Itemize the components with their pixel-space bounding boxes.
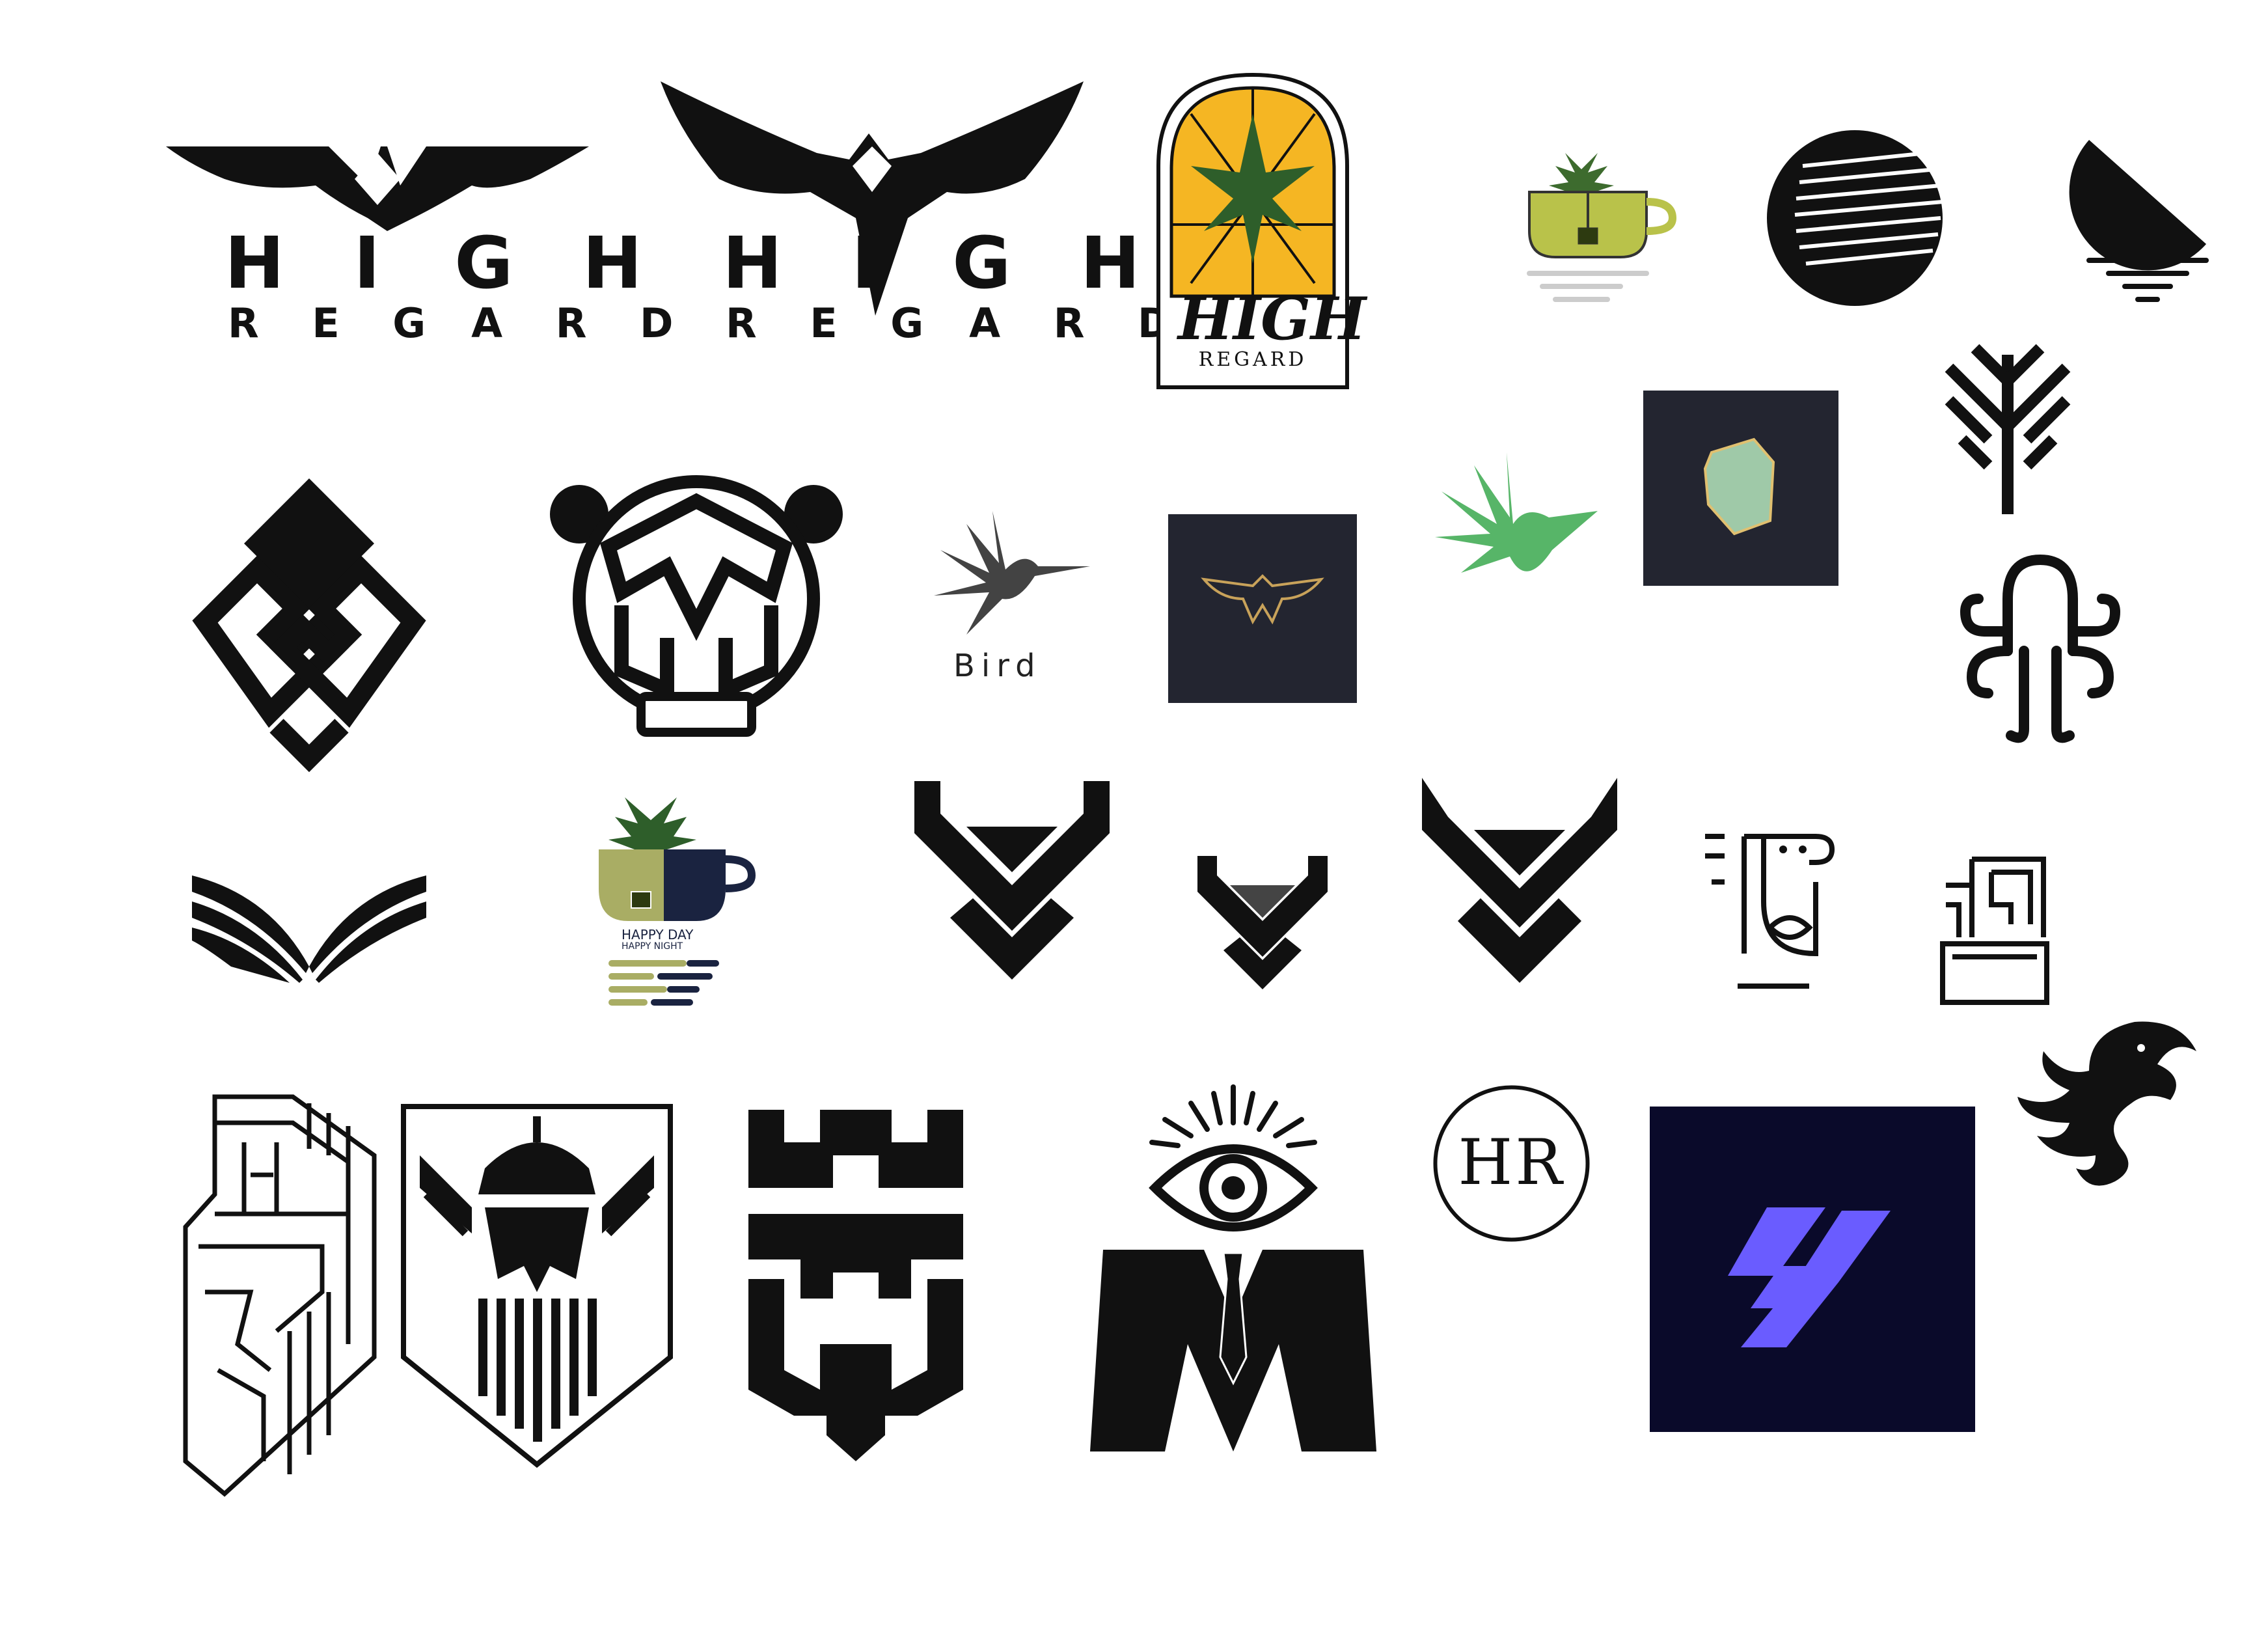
viking-line-logo	[179, 1094, 377, 1500]
kraken-logo	[2011, 1012, 2206, 1207]
viking-shield-logo	[400, 1103, 674, 1468]
badge-high-text: HIGH	[1178, 284, 1367, 353]
happy-night-text: HAPPY NIGHT	[622, 941, 683, 952]
castle-lion-logo	[748, 1110, 963, 1461]
violet-s-icon	[1728, 1207, 1891, 1347]
striped-wings-logo	[192, 869, 426, 986]
bird-hummingbird-logo	[927, 511, 1090, 641]
maze-plant-logo	[1939, 853, 2050, 1009]
violet-s-tile	[1650, 1107, 1975, 1432]
teacup-happy-text: HAPPY DAY HAPPY NIGHT	[622, 928, 693, 952]
eye-suit-logo	[1087, 1084, 1380, 1455]
octopus-logo	[1959, 553, 2122, 749]
tree-lines-logo	[1936, 342, 2079, 517]
happy-day-text: HAPPY DAY	[622, 927, 694, 942]
green-hummingbird-logo	[1435, 452, 1598, 589]
hr-circle-label: HR	[1458, 1126, 1565, 1199]
high-regard-1-regard: R E GA R D	[228, 299, 693, 347]
koala-logo	[1699, 823, 1842, 993]
teal-shield-icon	[1703, 437, 1775, 536]
teacup-leaf-logo	[1516, 133, 1686, 303]
high-regard-2-regard: R E GA R D	[726, 299, 1191, 347]
high-regard-2-high: H IG H	[722, 221, 1162, 305]
teal-shield-tile	[1643, 391, 1838, 586]
gold-eagle-icon	[1201, 574, 1324, 625]
high-regard-1-high: H IG H	[225, 221, 664, 305]
chevron-logo-3	[1422, 778, 1617, 986]
chevron-logo-1	[914, 781, 1110, 983]
bear-helmet-logo	[550, 475, 843, 737]
sunset-logo	[2069, 133, 2213, 309]
bird-label: Bird	[953, 648, 1042, 684]
teacup-stripes	[605, 957, 722, 1015]
gold-eagle-tile	[1168, 514, 1357, 703]
geometric-diamond-logo	[166, 478, 452, 773]
leaf-icon	[608, 797, 696, 849]
badge-regard-text: REGARD	[1198, 348, 1307, 371]
teacup-happy-logo	[589, 791, 758, 921]
striped-moon-logo	[1764, 127, 1946, 309]
leaf-icon	[1549, 153, 1614, 192]
chevron-logo-2	[1197, 856, 1328, 993]
